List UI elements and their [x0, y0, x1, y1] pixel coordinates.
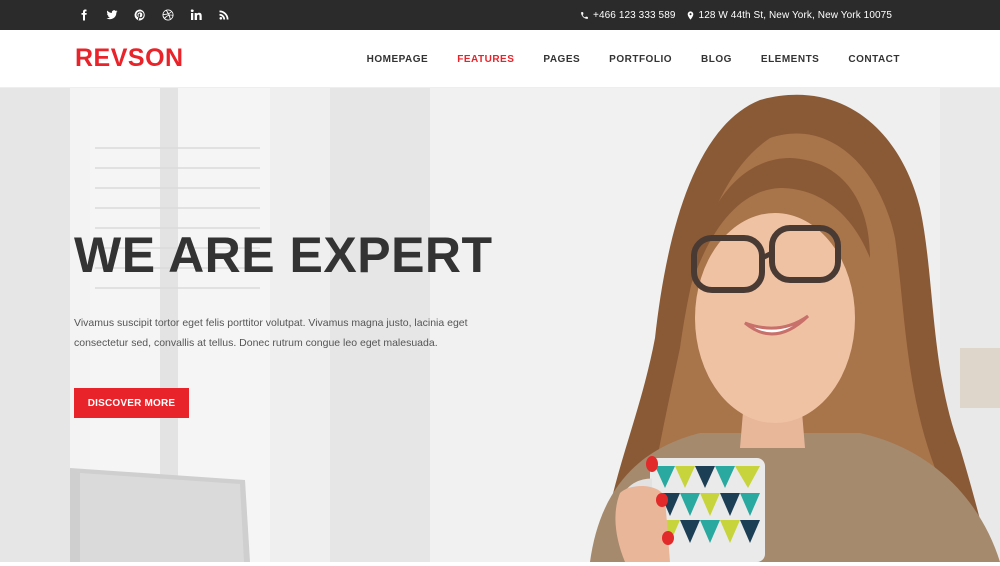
map-marker-icon — [687, 10, 693, 20]
nav-item-homepage[interactable]: HOMEPAGE — [367, 54, 429, 65]
nav-item-elements[interactable]: ELEMENTS — [761, 54, 819, 65]
nav-item-portfolio[interactable]: PORTFOLIO — [609, 54, 672, 65]
facebook-icon[interactable] — [78, 0, 106, 30]
hero-title: WE ARE EXPERT — [74, 227, 493, 283]
logo[interactable]: REVSON — [75, 44, 184, 73]
phone-number: +466 123 333 589 — [593, 9, 676, 21]
rss-icon[interactable] — [218, 0, 246, 30]
linkedin-icon[interactable] — [190, 0, 218, 30]
phone-info: +466 123 333 589 — [580, 10, 676, 21]
address-text: 128 W 44th St, New York, New York 10075 — [698, 9, 892, 21]
social-links — [78, 0, 246, 30]
top-bar: +466 123 333 589 128 W 44th St, New York… — [0, 0, 1000, 30]
phone-icon — [581, 11, 588, 19]
address-info: 128 W 44th St, New York, New York 10075 — [686, 10, 892, 21]
site-header: REVSON HOMEPAGE FEATURES PAGES PORTFOLIO… — [0, 30, 1000, 88]
hero-section: WE ARE EXPERT Vivamus suscipit tortor eg… — [0, 88, 1000, 562]
pinterest-icon[interactable] — [134, 0, 162, 30]
dribbble-icon[interactable] — [162, 0, 190, 30]
main-nav: HOMEPAGE FEATURES PAGES PORTFOLIO BLOG E… — [338, 30, 900, 88]
nav-item-blog[interactable]: BLOG — [701, 54, 732, 65]
contact-info: +466 123 333 589 128 W 44th St, New York… — [580, 0, 892, 30]
nav-item-contact[interactable]: CONTACT — [848, 54, 900, 65]
hero-description: Vivamus suscipit tortor eget felis portt… — [74, 317, 468, 349]
discover-more-button[interactable]: DISCOVER MORE — [74, 388, 189, 418]
nav-item-features[interactable]: FEATURES — [457, 54, 514, 65]
nav-item-pages[interactable]: PAGES — [543, 54, 580, 65]
page-bottom-edge — [0, 562, 1000, 566]
twitter-icon[interactable] — [106, 0, 134, 30]
